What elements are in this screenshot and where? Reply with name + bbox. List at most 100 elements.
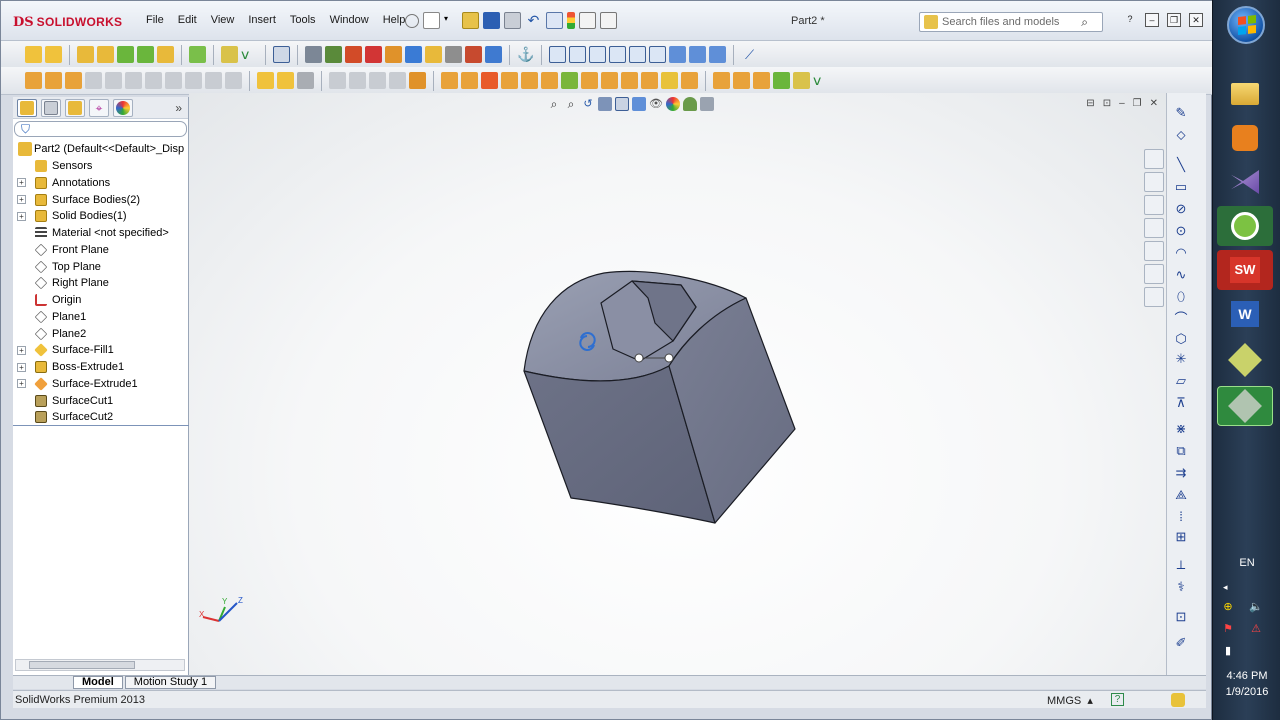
convert-entities-icon[interactable]: ⧉ <box>1173 443 1189 459</box>
boundary-surface-icon[interactable] <box>105 72 122 89</box>
fillet-sketch-icon[interactable]: ⌒ <box>1173 311 1189 327</box>
show-hidden-icons[interactable]: ◂ <box>1223 582 1228 593</box>
boundary-cut-icon[interactable] <box>521 72 538 89</box>
volume-icon[interactable]: 🔈 <box>1249 600 1263 614</box>
linear-pattern-icon[interactable] <box>713 72 730 89</box>
fillet-icon[interactable] <box>157 46 174 63</box>
horizontal-scrollbar[interactable] <box>15 659 185 671</box>
tree-filter-box[interactable]: ⛉ <box>14 121 187 137</box>
revolved-cut-icon[interactable] <box>461 72 478 89</box>
tree-item[interactable]: Plane1 <box>13 309 188 326</box>
tree-item[interactable]: Top Plane <box>13 258 188 275</box>
polygon-icon[interactable]: ⬡ <box>1173 331 1189 347</box>
minimize-button[interactable]: – <box>1145 13 1159 27</box>
tree-item[interactable]: + Solid Bodies(1) <box>13 208 188 225</box>
offset-surface-icon[interactable] <box>145 72 162 89</box>
select-icon[interactable] <box>546 12 563 29</box>
sweep-icon[interactable] <box>117 46 134 63</box>
measure-icon[interactable] <box>305 46 322 63</box>
tree-item[interactable]: + Annotations <box>13 175 188 192</box>
design-library-icon[interactable] <box>1144 172 1164 192</box>
search-icon[interactable]: ⌕ <box>1081 15 1088 30</box>
tree-item[interactable]: Front Plane <box>13 242 188 259</box>
loft-icon[interactable] <box>137 46 154 63</box>
tree-item[interactable]: Material <not specified> <box>13 225 188 242</box>
clock[interactable]: 4:46 PM 1/9/2016 <box>1213 668 1280 700</box>
menu-window[interactable]: Window <box>323 14 376 26</box>
part-model[interactable] <box>523 270 796 524</box>
help-icon[interactable]: ? <box>1123 13 1137 27</box>
view-dimetric-icon[interactable] <box>709 46 726 63</box>
file-explorer-icon[interactable] <box>1144 195 1164 215</box>
model-canvas[interactable]: X Y Z <box>189 93 1166 675</box>
view-isometric-icon[interactable] <box>669 46 686 63</box>
rapid-sketch-icon[interactable]: ✐ <box>1173 635 1189 651</box>
swept-surface-icon[interactable] <box>65 72 82 89</box>
thicken-icon[interactable] <box>277 72 294 89</box>
split-icon[interactable] <box>773 72 790 89</box>
print-icon[interactable] <box>504 12 521 29</box>
linear-sketch-pattern-icon[interactable]: ⁞ <box>1173 509 1189 525</box>
taskbar-word[interactable]: W <box>1217 294 1273 334</box>
taskbar-camtasia[interactable] <box>1217 206 1273 246</box>
mirror-icon[interactable] <box>681 72 698 89</box>
tree-item[interactable]: + Boss-Extrude1 <box>13 359 188 376</box>
open-folder-icon[interactable] <box>462 12 479 29</box>
tree-item[interactable]: + Surface-Fill1 <box>13 342 188 359</box>
untrim-surface-icon[interactable] <box>389 72 406 89</box>
curve-through-points-icon[interactable]: ⅴ <box>813 72 830 89</box>
new-document-icon[interactable] <box>423 12 440 29</box>
menu-tools[interactable]: Tools <box>283 14 323 26</box>
search-results-icon[interactable] <box>1144 218 1164 238</box>
taskbar-visual-studio[interactable] <box>1217 162 1273 202</box>
combine-icon[interactable] <box>753 72 770 89</box>
custom-properties-icon[interactable] <box>1144 287 1164 307</box>
deviation-analysis-icon[interactable] <box>425 46 442 63</box>
expand-toggle-icon[interactable]: + <box>17 379 26 389</box>
view-back-icon[interactable] <box>569 46 586 63</box>
expand-toggle-icon[interactable]: + <box>17 178 26 188</box>
thickened-cut-icon[interactable] <box>297 72 314 89</box>
view-bottom-icon[interactable] <box>649 46 666 63</box>
swept-cut-icon[interactable] <box>481 72 498 89</box>
tab-motion-study[interactable]: Motion Study 1 <box>124 676 217 689</box>
taskbar-explorer[interactable] <box>1217 74 1273 114</box>
anchor-icon[interactable]: ⚓ <box>517 46 534 63</box>
dimxpert-manager-tab[interactable]: ⌖ <box>89 98 109 117</box>
tray-app-icon[interactable]: ⊕ <box>1221 600 1235 614</box>
section-properties-icon[interactable] <box>345 46 362 63</box>
reference-plane-icon[interactable] <box>793 72 810 89</box>
rebuild-status-icon[interactable] <box>1171 693 1185 707</box>
taskbar-app-7[interactable] <box>1217 340 1273 380</box>
dropdown-arrow-icon[interactable]: ▾ <box>444 14 458 28</box>
hole-wizard-icon[interactable] <box>541 72 558 89</box>
unit-system[interactable]: MMGS ▴ <box>1047 694 1093 707</box>
curvature-icon[interactable] <box>465 46 482 63</box>
expand-toggle-icon[interactable]: + <box>17 195 26 205</box>
expand-toggle-icon[interactable]: + <box>17 211 26 221</box>
arc-icon[interactable]: ◠ <box>1173 245 1189 261</box>
geometry-analysis-icon[interactable] <box>385 46 402 63</box>
mass-properties-icon[interactable] <box>325 46 342 63</box>
tree-item[interactable]: Right Plane <box>13 275 188 292</box>
plane-sketch-icon[interactable]: ▱ <box>1173 373 1189 389</box>
solidworks-resources-icon[interactable] <box>1144 149 1164 169</box>
check-icon[interactable] <box>365 46 382 63</box>
filled-surface-icon[interactable] <box>125 72 142 89</box>
tree-item[interactable]: Sensors <box>13 158 188 175</box>
notification-icon[interactable]: ⚠ <box>1249 622 1263 636</box>
quick-snaps-icon[interactable]: ⊡ <box>1173 609 1189 625</box>
delete-hole-icon[interactable] <box>369 72 386 89</box>
options-icon[interactable] <box>600 12 617 29</box>
dome-icon[interactable] <box>661 72 678 89</box>
wrap-icon[interactable] <box>641 72 658 89</box>
property-manager-tab[interactable] <box>41 98 61 117</box>
view-top-icon[interactable] <box>629 46 646 63</box>
trim-entities-icon[interactable]: ⋇ <box>1173 421 1189 437</box>
sketch-icon[interactable] <box>25 46 42 63</box>
line-icon[interactable]: ╲ <box>1173 157 1189 173</box>
curves-icon[interactable]: ⅴ <box>241 46 258 63</box>
knit-surface-icon[interactable] <box>257 72 274 89</box>
surface-flatten-icon[interactable] <box>409 72 426 89</box>
chamfer-icon[interactable] <box>561 72 578 89</box>
